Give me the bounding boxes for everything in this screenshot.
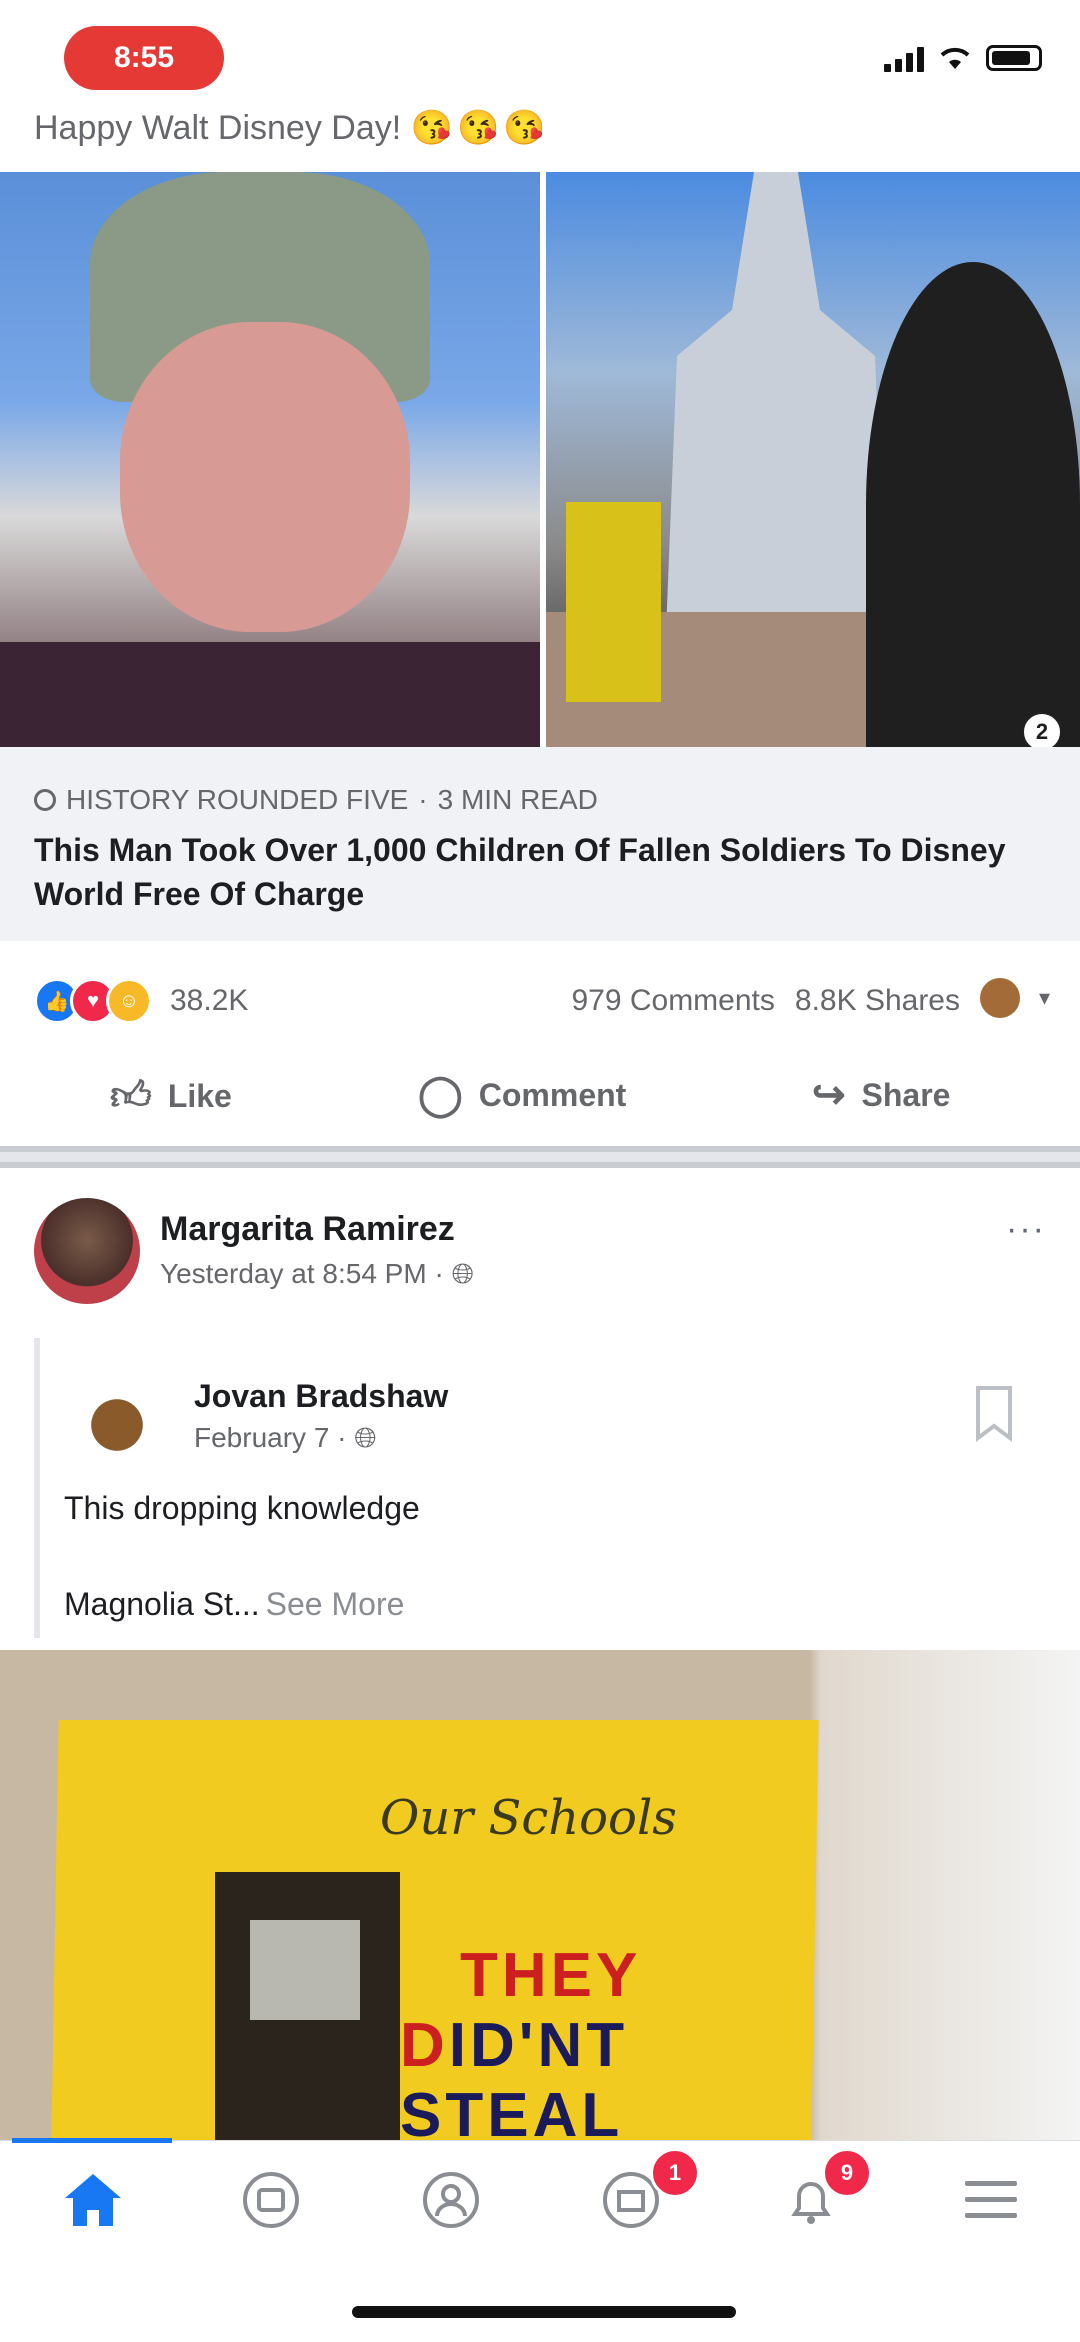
post-image[interactable]: Our Schools THEY DID'NT STEAL (0, 1650, 1080, 2140)
notifications-badge: 9 (822, 2148, 872, 2198)
sign-line-1: THEY (460, 1941, 642, 2010)
like-button[interactable]: 👍︎ Like (110, 1072, 232, 1120)
feed-divider (0, 1146, 1080, 1168)
avatar[interactable] (980, 978, 1020, 1018)
post-caption: Happy Walt Disney Day! 😘😘😘 (34, 109, 550, 147)
profile-icon (423, 2172, 479, 2228)
clock-icon (34, 789, 56, 811)
link-photo-right[interactable] (546, 172, 1080, 747)
signal-icon (884, 44, 924, 72)
wifi-icon (940, 47, 970, 69)
link-title[interactable]: This Man Took Over 1,000 Children Of Fal… (34, 828, 1044, 916)
shared-timestamp[interactable]: February 7 · 🌐︎ (194, 1422, 377, 1455)
haha-reaction-icon: ☺ (106, 978, 152, 1024)
tab-home[interactable] (58, 2165, 128, 2235)
active-tab-indicator (12, 2138, 172, 2143)
link-source: HISTORY ROUNDED FIVE (66, 784, 409, 815)
like-icon: 👍︎ (110, 1074, 152, 1118)
reaction-icons[interactable]: 👍 ♥ ☺ (34, 978, 152, 1024)
tab-menu[interactable] (956, 2165, 1026, 2235)
tab-watch[interactable] (236, 2165, 306, 2235)
reaction-count[interactable]: 38.2K (170, 984, 248, 1018)
marketplace-badge: 1 (650, 2148, 700, 2198)
post-timestamp[interactable]: Yesterday at 8:54 PM · 🌐︎ (160, 1258, 474, 1291)
chevron-down-icon[interactable]: ▾ (1039, 985, 1050, 1011)
person-shape (566, 502, 661, 702)
post-author[interactable]: Margarita Ramirez (160, 1210, 455, 1249)
tab-profile[interactable] (416, 2165, 486, 2235)
link-meta: HISTORY ROUNDED FIVE · 3 MIN READ (34, 784, 598, 816)
sign-line-3: STEAL (400, 2081, 624, 2140)
avatar[interactable] (72, 1380, 162, 1470)
home-icon (65, 2174, 121, 2226)
share-icon: ↪ (812, 1073, 846, 1117)
share-button[interactable]: ↪ Share (812, 1072, 950, 1118)
comment-icon: ◯ (418, 1073, 463, 1117)
more-options-icon[interactable]: ··· (1006, 1210, 1046, 1249)
shirt-shape (0, 642, 540, 747)
status-time: 8:55 (64, 26, 224, 90)
home-indicator[interactable] (352, 2306, 736, 2318)
globe-icon: 🌐︎ (451, 1258, 474, 1289)
link-read-time: 3 MIN READ (437, 784, 598, 815)
face-shape (120, 322, 410, 632)
video-icon (243, 2172, 299, 2228)
bottom-tab-bar (0, 2140, 1080, 2261)
comment-button[interactable]: ◯ Comment (418, 1072, 626, 1118)
link-photo-left[interactable] (0, 172, 540, 747)
sign-script-text: Our Schools (380, 1790, 677, 1846)
battery-icon (986, 45, 1042, 71)
shared-post-preview[interactable]: Magnolia St... See More (64, 1586, 404, 1623)
person-shape (866, 262, 1080, 747)
globe-icon: 🌐︎ (354, 1422, 377, 1453)
save-icon[interactable] (972, 1384, 1016, 1442)
engagement-stats[interactable]: 979 Comments 8.8K Shares (571, 984, 960, 1018)
emoji-text: 😘😘😘 (410, 109, 550, 147)
photo-count-icon[interactable]: 2 (1022, 712, 1062, 752)
avatar[interactable] (34, 1198, 140, 1304)
sign-line-2: DID'NT (400, 2011, 629, 2080)
comment-count[interactable]: 979 Comments (571, 984, 774, 1017)
castle-shape (666, 172, 886, 632)
menu-icon (965, 2181, 1017, 2218)
shared-author[interactable]: Jovan Bradshaw (194, 1378, 448, 1415)
status-icons (884, 44, 1042, 72)
shared-post-text: This dropping knowledge (64, 1490, 420, 1526)
share-count[interactable]: 8.8K Shares (795, 984, 960, 1017)
frame-inner-shape (250, 1920, 360, 2020)
see-more-link[interactable]: See More (266, 1586, 405, 1622)
